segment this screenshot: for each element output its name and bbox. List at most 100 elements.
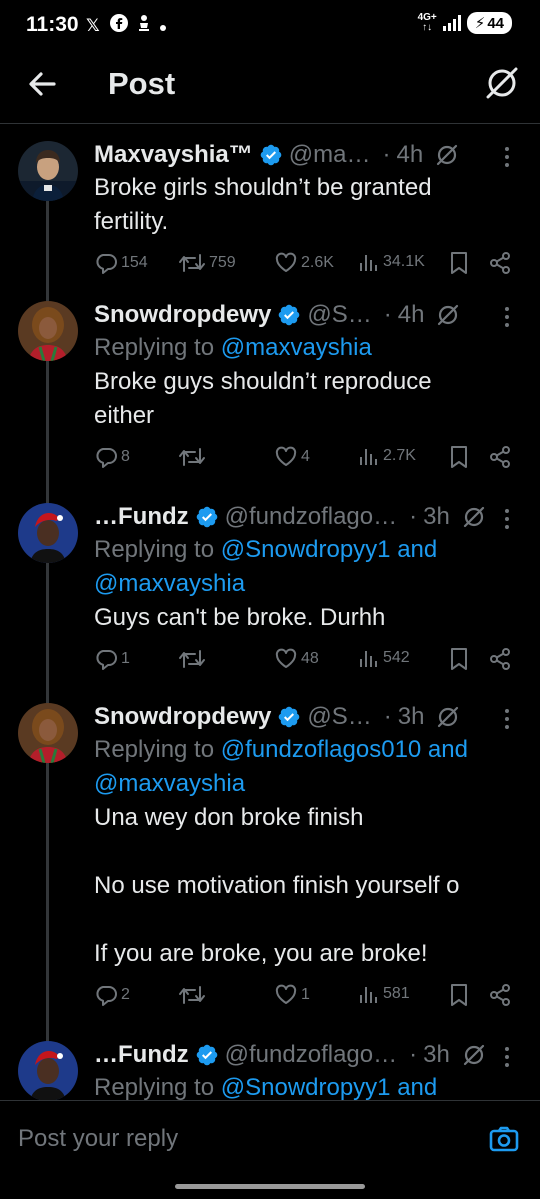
action-bar: 154 759 2.6K 34.1K — [94, 249, 522, 279]
views-icon — [358, 647, 380, 669]
user-handle[interactable]: @fundzoflago… — [225, 1041, 397, 1069]
repost-icon — [178, 251, 206, 275]
user-handle[interactable]: @ma… — [289, 141, 371, 169]
back-arrow-icon[interactable] — [24, 66, 60, 102]
like-icon — [274, 647, 298, 671]
likes-count: 2.6K — [301, 254, 334, 271]
tweet[interactable]: Snowdropdewy @S… · 4h Replying to @maxvayshi… — [0, 295, 540, 505]
bookmark-button[interactable] — [448, 445, 470, 469]
tweet[interactable]: …Fundz @fundzoflago… · 3h Replying to @Snowd… — [0, 1035, 540, 1100]
tweet[interactable]: Snowdropdewy @S… · 3h Replying to @fundzofla… — [0, 697, 540, 1042]
repost-button[interactable] — [178, 445, 209, 469]
timestamp[interactable]: 4h — [396, 141, 423, 169]
timestamp[interactable]: 3h — [423, 503, 450, 531]
reply-button[interactable]: 154 — [94, 251, 148, 275]
repost-button[interactable] — [178, 647, 209, 671]
reply-icon — [94, 983, 118, 1007]
display-name[interactable]: Snowdropdewy — [94, 703, 271, 731]
views-count: 581 — [383, 985, 410, 1002]
repost-icon — [178, 983, 206, 1007]
reply-input[interactable]: Post your reply — [18, 1125, 178, 1153]
views-button[interactable]: 34.1K — [358, 251, 425, 273]
display-name[interactable]: …Fundz — [94, 1041, 189, 1069]
grok-icon[interactable] — [484, 65, 520, 101]
avatar[interactable] — [18, 503, 78, 563]
like-icon — [274, 251, 298, 275]
share-button[interactable] — [488, 647, 512, 671]
tweet-header: …Fundz @fundzoflago… · 3h — [94, 1039, 522, 1071]
grok-icon[interactable] — [436, 303, 460, 327]
reply-button[interactable]: 1 — [94, 647, 130, 671]
reposts-count: 759 — [209, 254, 236, 271]
tweet[interactable]: Maxvayshia™ @ma… · 4h Broke girls shouldn’t … — [0, 135, 540, 305]
thread-connector-line — [46, 195, 49, 305]
avatar[interactable] — [18, 1041, 78, 1100]
user-handle[interactable]: @S… — [307, 703, 371, 731]
display-name[interactable]: Maxvayshia™ — [94, 141, 253, 169]
camera-icon[interactable] — [488, 1123, 520, 1155]
bookmark-button[interactable] — [448, 983, 470, 1007]
user-handle[interactable]: @S… — [307, 301, 371, 329]
views-button[interactable]: 2.7K — [358, 445, 416, 467]
display-name[interactable]: Snowdropdewy — [94, 301, 271, 329]
more-options-icon[interactable] — [502, 1045, 512, 1069]
page-title: Post — [108, 66, 176, 101]
grok-icon[interactable] — [435, 143, 459, 167]
share-button[interactable] — [488, 445, 512, 469]
grok-icon[interactable] — [436, 705, 460, 729]
x-notification-icon: 𝕏 — [86, 15, 100, 35]
replying-to: Replying to @fundzoflagos010 and @maxvay… — [94, 733, 522, 801]
replying-to-handles[interactable]: @maxvayshia — [221, 334, 372, 361]
display-name[interactable]: …Fundz — [94, 503, 189, 531]
bolt-icon: ⚡ — [474, 15, 486, 32]
verified-badge-icon — [195, 505, 219, 529]
reply-button[interactable]: 8 — [94, 445, 130, 469]
replying-to-label: Replying to — [94, 1074, 221, 1100]
views-button[interactable]: 581 — [358, 983, 410, 1005]
verified-badge-icon — [195, 1043, 219, 1067]
more-options-icon[interactable] — [502, 507, 512, 531]
avatar[interactable] — [18, 703, 78, 763]
repost-icon — [178, 647, 206, 671]
likes-count: 4 — [301, 448, 310, 465]
reply-button[interactable]: 2 — [94, 983, 130, 1007]
home-indicator — [175, 1184, 365, 1189]
like-button[interactable]: 4 — [274, 445, 310, 469]
like-button[interactable]: 1 — [274, 983, 310, 1007]
share-button[interactable] — [488, 983, 512, 1007]
verified-badge-icon — [277, 303, 301, 327]
tweet-header: Snowdropdewy @S… · 4h — [94, 299, 522, 331]
bookmark-button[interactable] — [448, 647, 470, 671]
more-options-icon[interactable] — [502, 707, 512, 731]
reply-icon — [94, 647, 118, 671]
bookmark-button[interactable] — [448, 251, 470, 275]
like-button[interactable]: 48 — [274, 647, 319, 671]
thread-connector-line — [46, 559, 49, 707]
reply-composer[interactable]: Post your reply — [0, 1100, 540, 1180]
views-icon — [358, 983, 380, 1005]
person-notification-icon — [138, 14, 150, 37]
timestamp[interactable]: 4h — [398, 301, 425, 329]
repost-button[interactable]: 759 — [178, 251, 236, 275]
share-button[interactable] — [488, 251, 512, 275]
avatar[interactable] — [18, 301, 78, 361]
user-handle[interactable]: @fundzoflago… — [225, 503, 397, 531]
views-button[interactable]: 542 — [358, 647, 410, 669]
timestamp[interactable]: 3h — [423, 1041, 450, 1069]
grok-icon[interactable] — [462, 505, 486, 529]
grok-icon[interactable] — [462, 1043, 486, 1067]
share-icon — [488, 983, 512, 1007]
like-button[interactable]: 2.6K — [274, 251, 334, 275]
bookmark-icon — [448, 251, 470, 275]
more-options-icon[interactable] — [502, 305, 512, 329]
timestamp[interactable]: 3h — [398, 703, 425, 731]
separator-dot: · — [382, 141, 391, 168]
bookmark-icon — [448, 445, 470, 469]
tweet[interactable]: …Fundz @fundzoflago… · 3h Replying to @Snowd… — [0, 497, 540, 707]
more-options-icon[interactable] — [502, 145, 512, 169]
replying-to-handles[interactable]: @Snowdropyy1 and — [221, 1074, 438, 1100]
tweet-header: Snowdropdewy @S… · 3h — [94, 701, 522, 733]
repost-button[interactable] — [178, 983, 209, 1007]
avatar[interactable] — [18, 141, 78, 201]
signal-icon — [442, 15, 461, 31]
